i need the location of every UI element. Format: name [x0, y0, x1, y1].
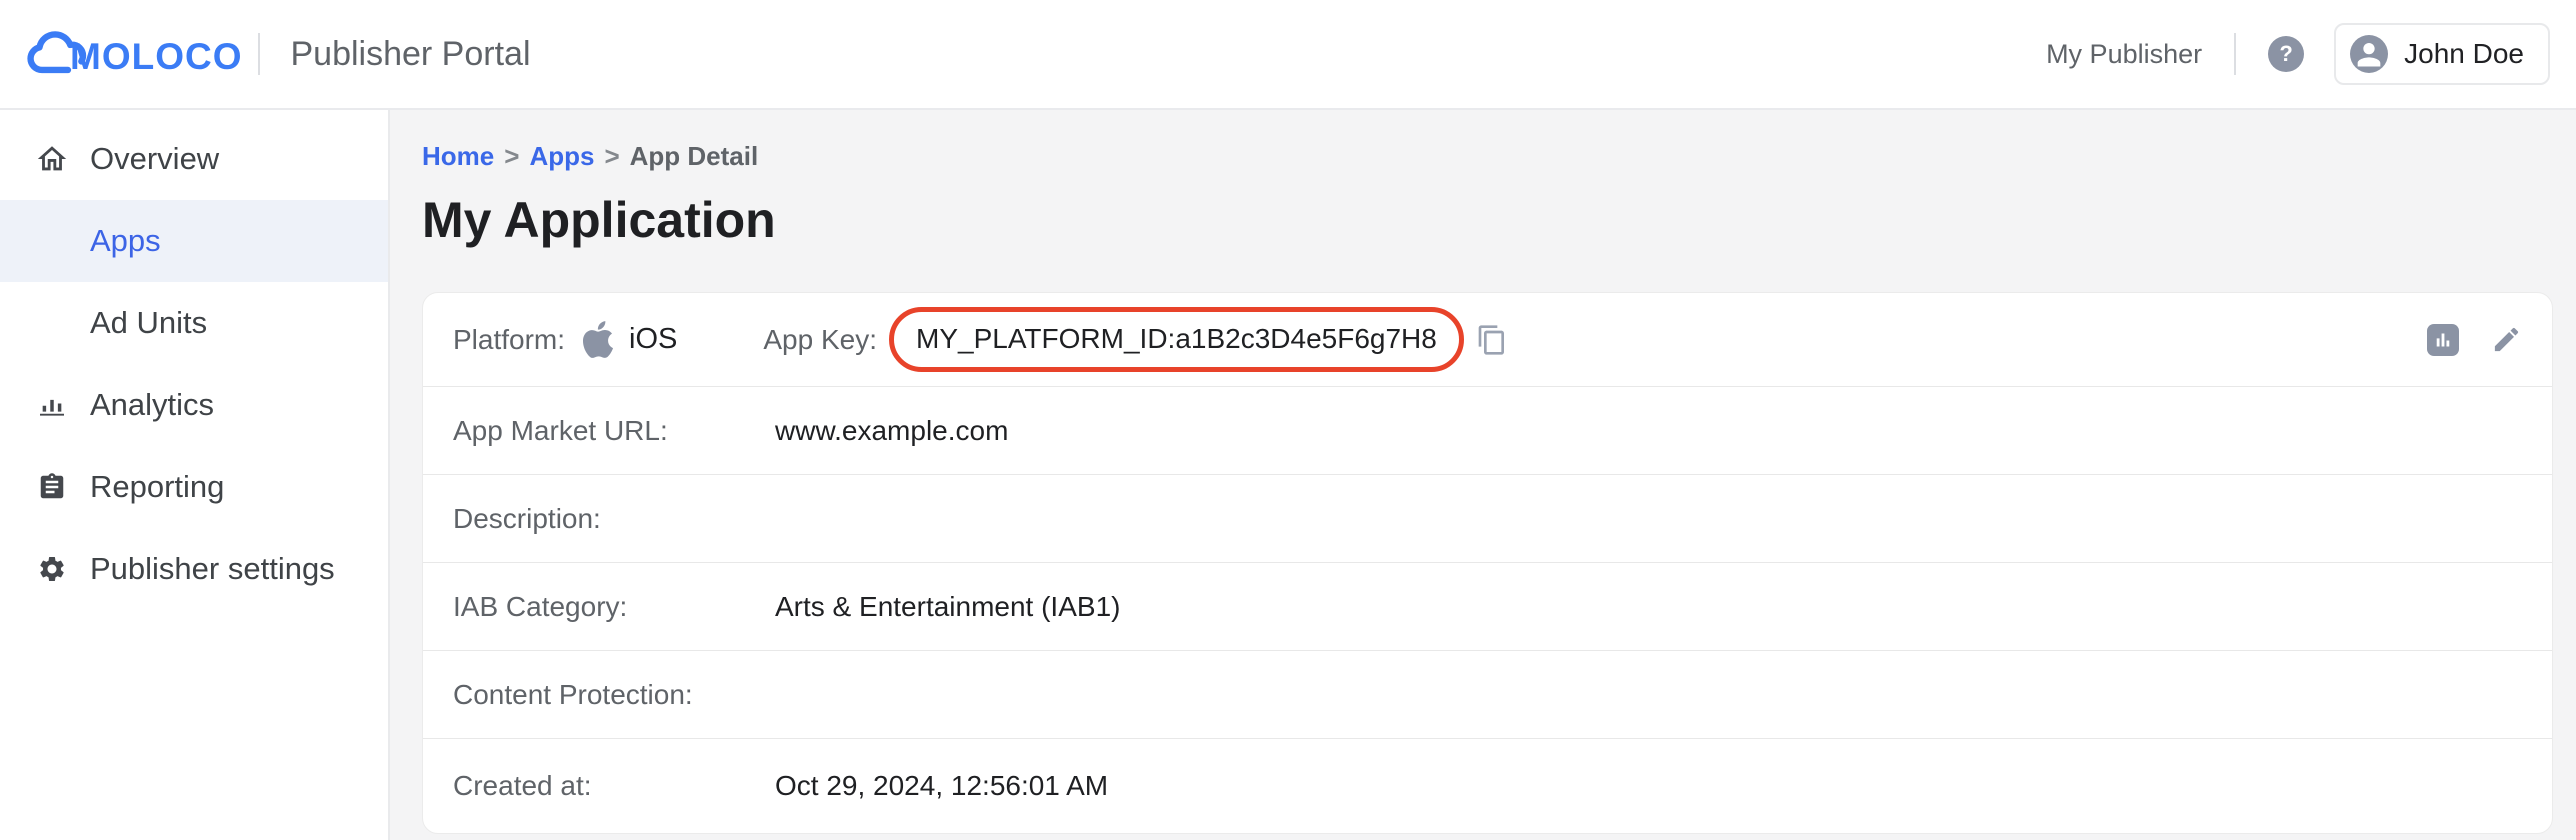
sidebar-item-label: Ad Units [90, 305, 207, 341]
breadcrumb-separator: > [504, 143, 519, 169]
sidebar-item-analytics[interactable]: Analytics [0, 364, 388, 446]
sidebar-item-label: Overview [90, 141, 219, 177]
sidebar: Overview Apps Ad Units Analytics Reporting Pu… [0, 110, 390, 840]
logo-text: MOLOCO [70, 38, 242, 75]
detail-value: www.example.com [775, 415, 1008, 447]
breadcrumb-link-home[interactable]: Home [422, 143, 494, 169]
page-title: My Application [422, 191, 2576, 249]
sidebar-item-apps[interactable]: Apps [0, 200, 388, 282]
sidebar-item-publisher-settings[interactable]: Publisher settings [0, 528, 388, 610]
help-button[interactable]: ? [2268, 36, 2304, 72]
sidebar-item-label: Analytics [90, 387, 214, 423]
detail-row-iab-category: IAB Category:Arts & Entertainment (IAB1) [423, 563, 2552, 651]
detail-label: Content Protection: [453, 679, 775, 711]
sidebar-item-ad-units[interactable]: Ad Units [0, 282, 388, 364]
main-content: Home > Apps > App Detail My Application Plat… [392, 110, 2576, 840]
detail-row-app-market-url: App Market URL:www.example.com [423, 387, 2552, 475]
avatar-icon [2350, 35, 2388, 73]
header-divider [258, 33, 260, 75]
detail-label: App Market URL: [453, 415, 775, 447]
portal-title: Publisher Portal [290, 35, 530, 74]
sidebar-item-label: Apps [90, 223, 161, 259]
detail-row-content-protection: Content Protection: [423, 651, 2552, 739]
detail-label: Description: [453, 503, 775, 535]
detail-label: IAB Category: [453, 591, 775, 623]
platform-value: iOS [629, 323, 677, 356]
publisher-name: My Publisher [2046, 39, 2202, 70]
home-icon [34, 142, 70, 176]
breadcrumb-link-apps[interactable]: Apps [529, 143, 594, 169]
detail-row-description: Description: [423, 475, 2552, 563]
header-divider [2234, 33, 2236, 75]
sidebar-menu: Overview Apps Ad Units Analytics Reporting Pu… [0, 118, 388, 610]
sidebar-item-overview[interactable]: Overview [0, 118, 388, 200]
breadcrumb-separator: > [604, 143, 619, 169]
user-menu-button[interactable]: John Doe [2334, 23, 2550, 85]
apple-icon [583, 321, 613, 358]
details-card: Platform: iOS App Key: MY_PLATFORM_ID:a1… [422, 292, 2553, 834]
breadcrumb: Home > Apps > App Detail [422, 143, 2576, 169]
detail-row-created-at: Created at:Oct 29, 2024, 12:56:01 AM [423, 739, 2552, 833]
copy-app-key-button[interactable] [1476, 324, 1508, 356]
header: MOLOCO Publisher Portal My Publisher ? J… [0, 0, 2576, 110]
detail-value: Arts & Entertainment (IAB1) [775, 591, 1120, 623]
chart-button-icon [2430, 327, 2456, 353]
detail-row-platform: Platform: iOS App Key: MY_PLATFORM_ID:a1… [423, 293, 2552, 387]
help-icon: ? [2279, 41, 2292, 67]
breadcrumb-current: App Detail [630, 143, 759, 169]
gear-icon [34, 554, 70, 584]
app-key-label: App Key: [763, 324, 877, 356]
detail-value: Oct 29, 2024, 12:56:01 AM [775, 770, 1108, 802]
platform-label: Platform: [453, 324, 565, 356]
view-analytics-button[interactable] [2427, 324, 2459, 356]
sidebar-item-label: Reporting [90, 469, 224, 505]
edit-app-button[interactable] [2491, 324, 2522, 355]
bar-chart-icon [34, 389, 70, 421]
sidebar-item-label: Publisher settings [90, 551, 335, 587]
clipboard-icon [34, 472, 70, 502]
pencil-icon [2491, 324, 2522, 355]
detail-label: Created at: [453, 770, 775, 802]
copy-icon [1476, 324, 1508, 356]
sidebar-item-reporting[interactable]: Reporting [0, 446, 388, 528]
app-key-value: MY_PLATFORM_ID:a1B2c3D4e5F6g7H8 [916, 323, 1437, 354]
user-name: John Doe [2404, 38, 2524, 70]
app-key-highlight: MY_PLATFORM_ID:a1B2c3D4e5F6g7H8 [889, 307, 1464, 372]
moloco-logo[interactable]: MOLOCO [26, 29, 242, 79]
detail-rows: App Market URL:www.example.com Descriptio… [423, 387, 2552, 833]
